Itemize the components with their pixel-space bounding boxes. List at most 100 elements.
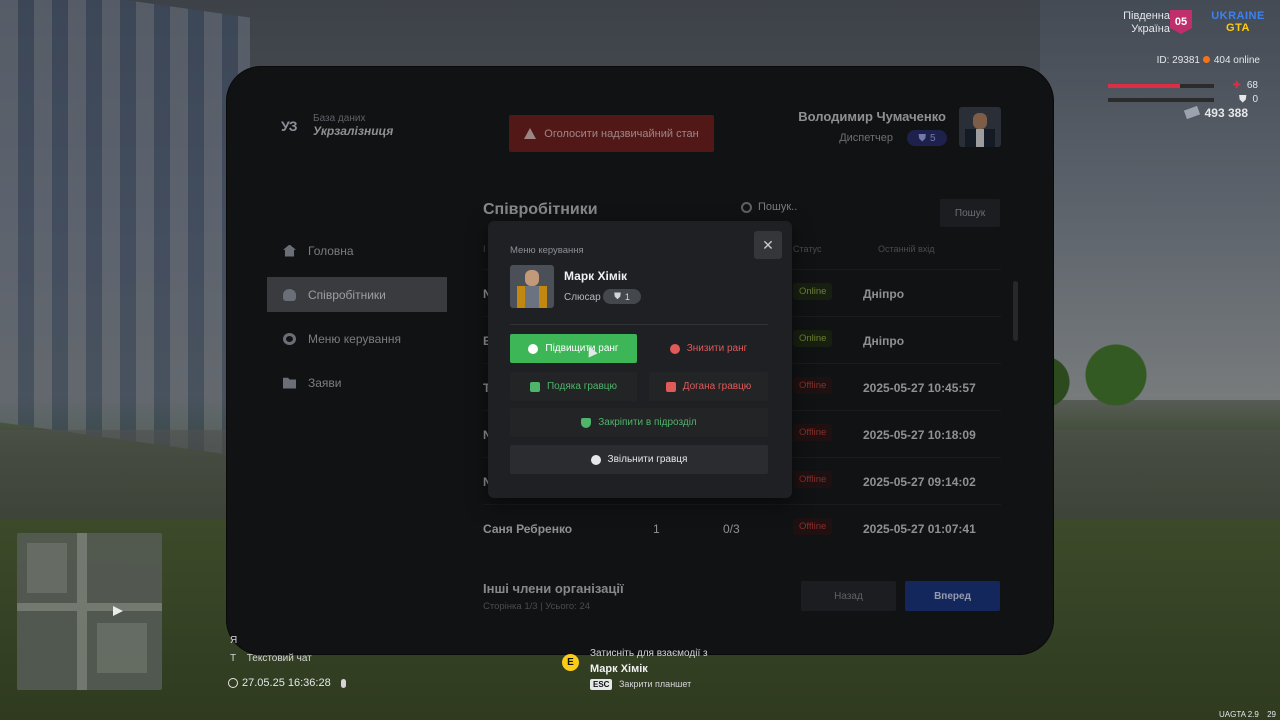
health-icon: ✚ [1232,80,1241,91]
brand: УЗ База даних Укрзалізниця [281,113,393,138]
search[interactable]: Пошук.. [741,201,797,213]
player-rank-number: 1 [624,291,630,302]
online-dot-icon [1202,56,1210,63]
version-suffix: 29 [1267,710,1276,719]
sidebar-item-label: Співробітники [308,287,386,302]
money-amount: 493 388 [1204,106,1248,120]
search-input[interactable]: Пошук.. [758,201,797,213]
interact-target: Марк Хімік [590,663,648,675]
col-status: Статус [793,244,822,254]
logo-line2: GTA [1226,22,1250,34]
sidebar: Головна Співробітники Меню керування Зая… [267,233,447,409]
demote-button[interactable]: Знизити ранг [649,334,768,363]
arrow-up-circle-icon [528,343,539,354]
e-key-icon: E [562,654,579,671]
avatar-head [973,113,987,129]
health-bar-fill [1108,84,1181,88]
thumbs-down-icon [665,381,676,392]
sidebar-item-applications[interactable]: Заяви [267,365,447,400]
user-role: Диспетчер [839,132,893,144]
home-icon [283,244,296,257]
emergency-button[interactable]: Оголосити надзвичайний стан [509,115,714,152]
logo-line1: UKRAINE [1211,10,1265,22]
user-rank-number: 5 [929,132,936,144]
brand-main: Укрзалізниця [313,124,394,138]
chat-hint: Я T Текстовий чат [230,635,312,664]
version-text: UAGTA 2.9 [1218,710,1259,719]
next-button[interactable]: Вперед [905,581,1000,611]
avatar-shirt [976,129,984,147]
thanks-button[interactable]: Подяка гравцю [510,372,637,401]
server-logo: UKRAINE GTA [1210,10,1266,38]
search-icon [741,201,752,213]
shield-plus-icon [581,417,592,428]
col-last-login: Останній вхід [878,244,935,254]
avatar-vest [525,286,539,308]
player-role: Слюсар [564,292,601,303]
brand-sub: База даних [313,113,366,124]
sidebar-item-label: Меню керування [308,331,402,346]
sidebar-item-label: Заяви [308,375,342,390]
search-button[interactable]: Пошук [940,199,1000,227]
status-badge: Online [793,283,833,300]
table-row[interactable]: Саня Ребренко 1 0/3 Offline 2025-05-27 01:07… [483,504,1001,551]
map-road [17,603,162,611]
map-block [27,543,67,593]
folder-icon [283,377,296,389]
sidebar-item-home[interactable]: Головна [267,233,447,268]
thanks-label: Подяка гравцю [546,381,618,392]
health-bar [1108,84,1214,88]
gear-icon [283,332,296,345]
assign-label: Закріпити в підрозділ [598,417,697,428]
player-id: ID: 29381 [1156,55,1200,66]
rank-shield-icon: ⛊ [614,291,621,301]
player-rank-badge: ⛊ 1 [603,289,641,304]
sidebar-item-label: Головна [308,243,354,258]
player-arrow-icon [113,606,123,616]
promote-button[interactable]: Підвищити ранг [510,334,637,363]
chat-key: T [230,653,236,664]
user-rank-badge: ⛊ 5 [907,130,947,146]
online-text: 404 online [1213,55,1260,66]
health-value: ✚ 68 [1232,80,1258,91]
people-icon [283,288,296,301]
last-login: 2025-05-27 10:18:09 [863,428,976,442]
sidebar-item-employees[interactable]: Співробітники [267,277,447,312]
control-menu-modal: Меню керування ✕ Марк Хімік Слюсар ⛊ 1 Пі… [488,221,792,498]
money-display: 493 388 [1183,105,1248,120]
thumbs-up-icon [529,381,540,392]
last-login: 2025-05-27 09:14:02 [863,475,976,489]
region-line2: Україна [1131,23,1170,35]
version-label: UAGTA 2.9 29 [1219,710,1276,719]
reprimand-label: Догана гравцю [682,381,752,392]
promote-label: Підвищити ранг [545,343,619,354]
player-name: Марк Хімік [564,269,628,283]
reprimand-button[interactable]: Догана гравцю [649,372,768,401]
fire-player-button[interactable]: Звільнити гравця [510,445,768,474]
microphone-icon [340,678,346,688]
last-login: Дніпро [863,334,905,348]
datetime: 27.05.25 16:36:28 [228,677,346,689]
hud-region: Південна Україна [1123,10,1170,36]
employee-name: Саня Ребренко [483,522,573,536]
assign-unit-button[interactable]: Закріпити в підрозділ [510,408,768,437]
uz-logo-icon: УЗ [281,117,297,134]
arrow-down-circle-icon [669,343,680,354]
armor-bar [1108,98,1214,102]
last-login: Дніпро [863,287,905,301]
background-building [0,0,250,458]
user-avatar [959,107,1001,147]
back-button[interactable]: Назад [801,581,896,611]
interact-hint: Затисніть для взаємодії з [590,648,708,659]
status-badge: Offline [793,471,833,488]
player-avatar [510,265,554,308]
avatar-head [525,270,539,286]
divider [510,324,768,325]
brand-text: База даних Укрзалізниця [313,113,393,138]
close-icon[interactable]: ✕ [754,231,782,259]
esc-key-icon: ESC [590,679,613,690]
clock-icon [228,678,238,688]
sidebar-item-control-menu[interactable]: Меню керування [267,321,447,356]
datetime-text: 27.05.25 16:36:28 [242,677,331,689]
scrollbar[interactable] [1013,281,1018,341]
